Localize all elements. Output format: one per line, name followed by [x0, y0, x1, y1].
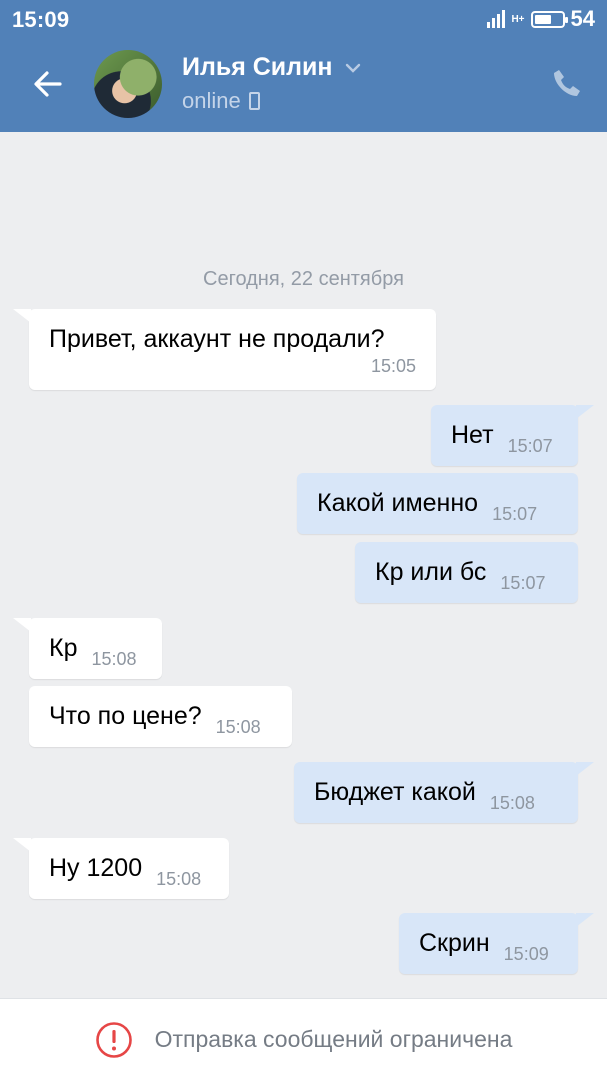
message-time: 15:08: [489, 793, 535, 813]
message-bubble-incoming[interactable]: Что по цене? 15:08: [29, 686, 292, 747]
message-time: 15:07: [507, 436, 553, 456]
message-text: Что по цене?: [49, 702, 202, 730]
message-bubble-outgoing[interactable]: Бюджет какой 15:08: [294, 762, 594, 823]
status-time: 15:09: [12, 7, 70, 32]
message-time: 15:09: [503, 944, 549, 964]
message-bubble-outgoing[interactable]: Нет 15:07: [431, 405, 594, 466]
message-text: Какой именно: [317, 489, 479, 517]
restriction-text: Отправка сообщений ограничена: [154, 1026, 513, 1052]
message-text: Кр: [49, 634, 78, 662]
status-text: online: [182, 88, 241, 113]
chat-header: 15:09 H+ 54 Илья Силин online: [0, 0, 607, 132]
message-text: Скрин: [419, 929, 490, 957]
message-time: 15:08: [91, 649, 137, 669]
message-time: 15:07: [492, 504, 538, 524]
message-text: Бюджет какой: [314, 778, 476, 806]
message-bubble-incoming[interactable]: Ну 1200 15:08: [13, 838, 229, 899]
message-bubble-outgoing[interactable]: Кр или бс 15:07: [355, 542, 578, 603]
restriction-notice: Отправка сообщений ограничена: [0, 998, 607, 1080]
network-type: H+: [511, 13, 525, 25]
back-arrow-icon[interactable]: [28, 64, 68, 104]
chevron-down-icon[interactable]: [343, 60, 363, 76]
contact-status: online: [182, 88, 260, 114]
signal-icon: [487, 10, 506, 28]
battery-percent: 54: [570, 6, 595, 31]
phone-call-icon[interactable]: [550, 66, 584, 100]
status-icons: H+ 54: [487, 6, 595, 32]
battery-icon: [530, 10, 568, 28]
message-time: 15:05: [370, 355, 416, 376]
message-bubble-outgoing[interactable]: Скрин 15:09: [399, 913, 594, 974]
message-time: 15:08: [215, 717, 261, 737]
message-time: 15:08: [156, 869, 202, 889]
warning-icon: [95, 1021, 132, 1058]
contact-name[interactable]: Илья Силин: [182, 53, 333, 82]
message-text: Привет, аккаунт не продали?: [49, 324, 385, 353]
message-bubble-outgoing[interactable]: Какой именно 15:07: [297, 473, 578, 534]
message-bubble-incoming[interactable]: Привет, аккаунт не продали? 15:05: [13, 309, 436, 390]
message-text: Ну 1200: [49, 854, 143, 882]
message-time: 15:07: [500, 573, 546, 593]
message-text: Нет: [451, 421, 494, 449]
message-list[interactable]: Сегодня, 22 сентября Привет, аккаунт не …: [0, 132, 607, 998]
message-text: Кр или бс: [375, 558, 487, 586]
status-bar: 15:09 H+ 54: [0, 0, 607, 36]
mobile-device-icon: [248, 92, 260, 110]
date-separator: Сегодня, 22 сентября: [203, 268, 404, 290]
message-bubble-incoming[interactable]: Кр 15:08: [13, 618, 162, 679]
avatar[interactable]: [94, 50, 162, 118]
